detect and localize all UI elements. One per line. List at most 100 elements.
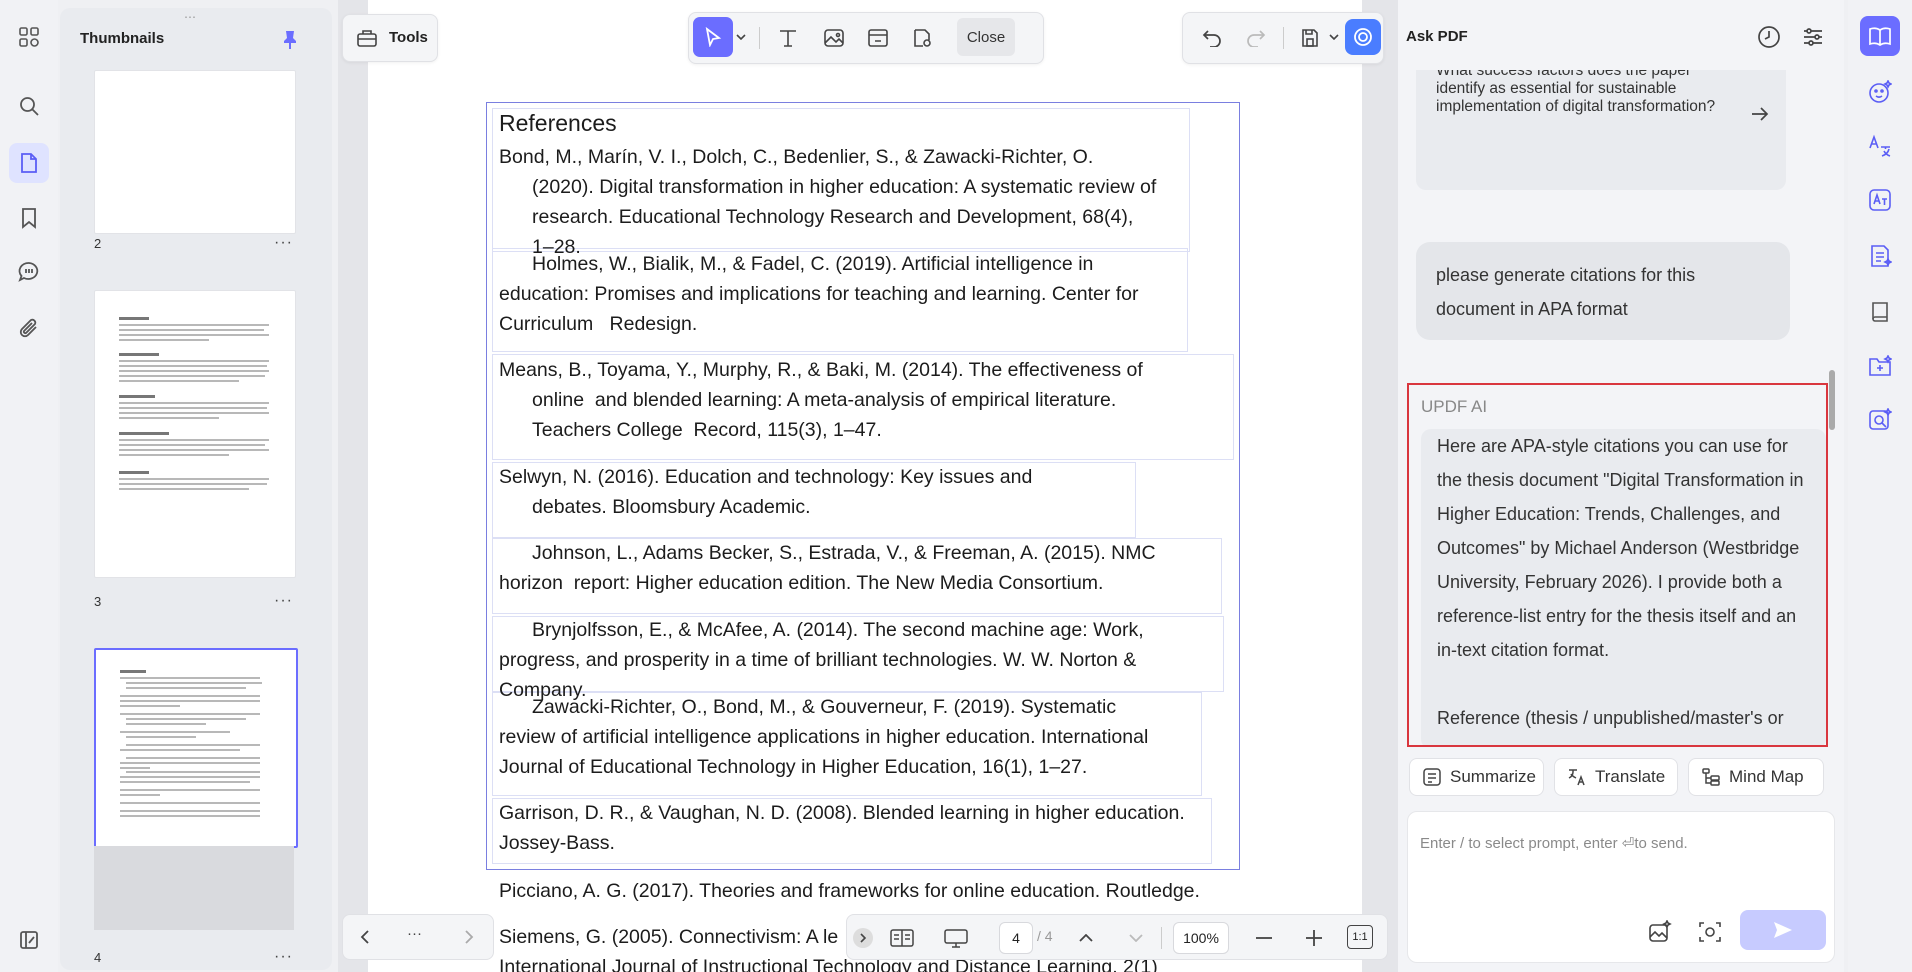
zoom-in-icon[interactable]	[1299, 923, 1329, 953]
ai-summarize-doc-icon[interactable]	[1860, 236, 1900, 276]
chat-input[interactable]	[1418, 822, 1822, 864]
chevron-left-icon[interactable]	[353, 925, 377, 949]
reference-line: Bond, M., Marín, V. I., Dolch, C., Beden…	[499, 146, 1094, 168]
zoom-out-icon[interactable]	[1249, 923, 1279, 953]
summarize-label: Summarize	[1450, 767, 1536, 786]
thumbnail-number: 2	[94, 236, 102, 251]
redo-icon[interactable]	[1239, 21, 1273, 55]
ai-explain-icon[interactable]	[1860, 180, 1900, 220]
thumbnail-more-button[interactable]: ···	[274, 948, 293, 966]
attachment-icon[interactable]	[9, 308, 49, 348]
arrow-right-icon[interactable]	[1748, 102, 1772, 126]
send-button[interactable]	[1740, 910, 1826, 950]
chevron-up-icon[interactable]	[1071, 923, 1101, 953]
ai-folder-icon[interactable]	[1860, 346, 1900, 386]
text-tool-icon[interactable]	[771, 21, 805, 55]
summarize-button[interactable]: Summarize	[1409, 758, 1544, 796]
thumbnail-more-button[interactable]: ···	[274, 592, 293, 610]
chat-scrollbar[interactable]	[1829, 370, 1835, 430]
toolbar-divider	[1283, 27, 1284, 49]
pin-icon[interactable]	[278, 28, 302, 52]
reference-line: (2020). Digital transformation in higher…	[532, 176, 1157, 198]
stamp-tool-icon[interactable]	[905, 21, 939, 55]
undo-icon[interactable]	[1195, 21, 1229, 55]
reference-line: Siemens, G. (2005). Connectivism: A le	[499, 926, 839, 948]
comment-icon[interactable]	[9, 252, 49, 292]
reference-line: Jossey-Bass.	[499, 832, 615, 854]
user-message-text: please generate citations for this docum…	[1436, 265, 1696, 319]
link-tool-icon[interactable]	[861, 21, 895, 55]
ai-response-card: UPDF AI Here are APA-style citations you…	[1407, 383, 1828, 747]
panel-drag-handle[interactable]: ⋯	[184, 10, 198, 24]
ai-chat-face-icon[interactable]	[1860, 72, 1900, 112]
thumbnails-panel: ⋯ Thumbnails 2 ··· 3 ··· 4 ···	[60, 8, 332, 970]
page-layout-icon[interactable]	[887, 923, 917, 953]
apps-grid-icon[interactable]	[9, 17, 49, 57]
tools-button[interactable]: Tools	[342, 14, 438, 62]
sidebar-layout-icon[interactable]	[9, 920, 49, 960]
zoom-level[interactable]: 100%	[1173, 922, 1229, 954]
reference-line: Curriculum Redesign.	[499, 313, 698, 335]
ai-translate-icon[interactable]	[1860, 126, 1900, 166]
thumbnail-page-3[interactable]	[94, 290, 296, 578]
updf-ai-logo-icon[interactable]	[1345, 19, 1381, 55]
presentation-icon[interactable]	[941, 923, 971, 953]
mind-map-label: Mind Map	[1729, 767, 1804, 786]
reference-line: Holmes, W., Bialik, M., & Fadel, C. (201…	[532, 253, 1094, 275]
bookmark-icon[interactable]	[9, 198, 49, 238]
reference-line: Picciano, A. G. (2017). Theories and fra…	[499, 880, 1200, 902]
thumbnails-page-icon[interactable]	[9, 143, 49, 183]
thumbnail-more-button[interactable]: ···	[274, 234, 293, 252]
image-tool-icon[interactable]	[817, 21, 851, 55]
user-message: please generate citations for this docum…	[1416, 242, 1790, 340]
translate-button[interactable]: Translate	[1554, 758, 1678, 796]
search-icon[interactable]	[9, 86, 49, 126]
reference-line: horizon report: Higher education edition…	[499, 572, 1104, 594]
ai-search-scan-icon[interactable]	[1860, 400, 1900, 440]
reference-line: review of artificial intelligence applic…	[499, 726, 1149, 748]
ai-assistant-icon[interactable]	[1860, 16, 1900, 56]
close-button[interactable]: Close	[957, 18, 1015, 56]
history-clock-icon[interactable]	[1756, 24, 1782, 50]
mind-map-icon	[1701, 767, 1721, 787]
reference-line: Means, B., Toyama, Y., Murphy, R., & Bak…	[499, 359, 1143, 381]
reference-line: progress, and prosperity in a time of br…	[499, 649, 1137, 671]
chevron-down-icon[interactable]	[1121, 923, 1151, 953]
screenshot-icon[interactable]	[1696, 918, 1724, 946]
chevron-down-icon[interactable]	[1327, 27, 1341, 47]
ask-pdf-title: Ask PDF	[1406, 28, 1468, 45]
thumbnails-title: Thumbnails	[80, 30, 165, 47]
suggested-question-card[interactable]: What success factors does the paper iden…	[1416, 70, 1786, 190]
page-controls: 4 / 4 100% 1:1	[846, 914, 1388, 960]
collapse-arrow-icon[interactable]	[853, 928, 873, 948]
edit-toolbar: Close	[688, 12, 1044, 64]
select-tool-button[interactable]	[693, 17, 733, 57]
translate-label: Translate	[1595, 767, 1666, 786]
page-nav-left: ···	[342, 914, 494, 960]
chevron-right-icon[interactable]	[457, 925, 481, 949]
chevron-down-icon[interactable]	[733, 27, 749, 47]
reference-line: debates. Bloomsbury Academic.	[532, 496, 811, 518]
thumbnail-page-4[interactable]	[94, 648, 298, 848]
save-icon[interactable]	[1293, 21, 1327, 55]
thumbnail-number: 4	[94, 950, 102, 965]
ai-response-text-tail: Reference (thesis / unpublished/master's…	[1437, 708, 1784, 728]
reference-line: education: Promises and implications for…	[499, 283, 1139, 305]
settings-sliders-icon[interactable]	[1800, 24, 1826, 50]
current-page-input[interactable]: 4	[999, 922, 1033, 954]
actual-size-button[interactable]: 1:1	[1347, 925, 1373, 949]
reference-line: Zawacki-Richter, O., Bond, M., & Gouvern…	[532, 696, 1117, 718]
toolbox-icon	[355, 27, 379, 49]
image-upload-icon[interactable]	[1646, 918, 1674, 946]
translate-icon	[1567, 767, 1587, 787]
thumbnail-page-4-overflow	[94, 846, 294, 930]
left-rail	[0, 0, 58, 972]
tools-label: Tools	[389, 29, 428, 46]
thumbnail-page-2[interactable]	[94, 70, 296, 234]
mind-map-button[interactable]: Mind Map	[1688, 758, 1824, 796]
reference-line: Johnson, L., Adams Becker, S., Estrada, …	[532, 542, 1156, 564]
document-actions-toolbar	[1182, 12, 1384, 64]
book-icon[interactable]	[1860, 292, 1900, 332]
more-button[interactable]: ···	[407, 925, 422, 942]
reference-line: research. Educational Technology Researc…	[532, 206, 1134, 228]
